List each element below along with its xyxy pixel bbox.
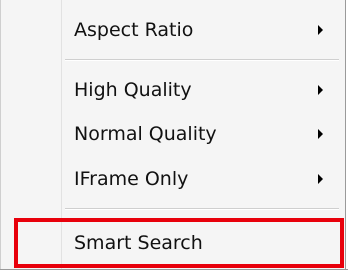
menu-item-normal-quality[interactable]: Normal Quality [63,111,345,157]
menu-item-high-quality[interactable]: High Quality [63,67,345,113]
menu-separator [65,59,339,61]
menu-item-label: Smart Search [74,232,203,254]
menu-gutter-divider [61,0,62,270]
submenu-arrow-icon [318,85,323,95]
menu-item-label: Aspect Ratio [74,19,194,41]
menu-icon-gutter [1,0,63,270]
menu-separator [65,208,339,210]
menu-item-smart-search[interactable]: Smart Search [63,220,345,266]
submenu-arrow-icon [318,129,323,139]
menu-item-label: Normal Quality [74,123,217,145]
context-menu: Aspect Ratio High Quality Normal Quality… [0,0,346,270]
submenu-arrow-icon [318,25,323,35]
menu-item-label: IFrame Only [74,168,189,190]
menu-item-aspect-ratio[interactable]: Aspect Ratio [63,7,345,53]
submenu-arrow-icon [318,174,323,184]
menu-item-label: High Quality [74,79,192,101]
menu-item-iframe-only[interactable]: IFrame Only [63,156,345,202]
